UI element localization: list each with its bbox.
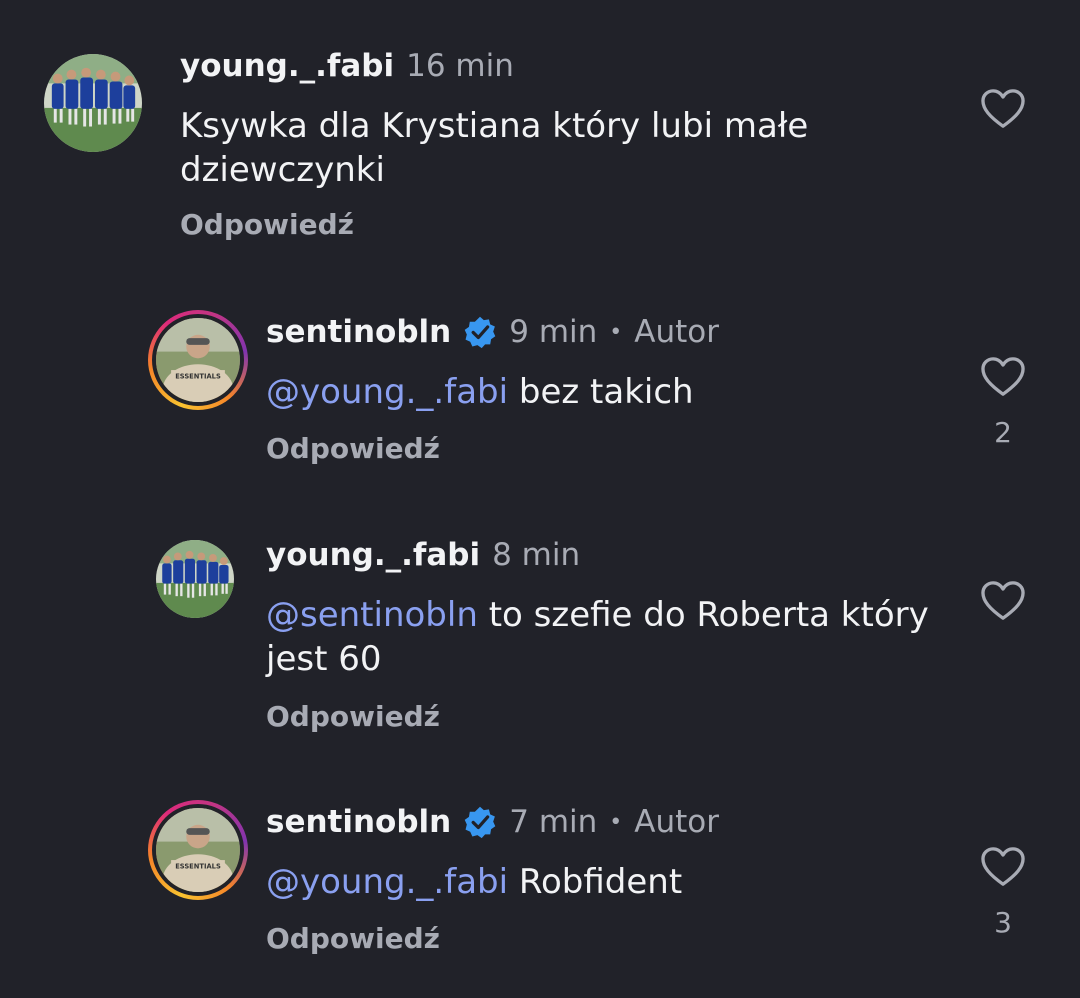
- svg-text:ESSENTIALS: ESSENTIALS: [175, 862, 221, 870]
- verified-badge-icon: [463, 805, 497, 839]
- comment-meta: young._.fabi 8 min: [266, 537, 580, 573]
- avatar: ESSENTIALS: [152, 314, 244, 406]
- heart-outline-icon: [981, 89, 1025, 128]
- comment-thread: young._.fabi 16 min Ksywka dla Krystiana…: [0, 0, 1080, 998]
- profile-photo-avatar-image: ESSENTIALS: [156, 808, 240, 892]
- author-label: Autor: [634, 314, 720, 350]
- username[interactable]: young._.fabi: [266, 537, 480, 573]
- comment-text: Ksywka dla Krystiana który lubi małe dzi…: [180, 104, 880, 192]
- comment-body: Robfident: [508, 862, 683, 902]
- comment-text: @young._.fabi bez takich: [266, 370, 966, 414]
- separator-dot: •: [609, 319, 623, 345]
- comment-meta: sentinobln 7 min • Autor: [266, 804, 719, 840]
- like-button[interactable]: [980, 356, 1026, 398]
- like-button[interactable]: [980, 88, 1026, 130]
- like-button[interactable]: [980, 580, 1026, 622]
- like-button[interactable]: [980, 846, 1026, 888]
- timestamp: 16 min: [406, 48, 514, 84]
- comment-body: bez takich: [508, 372, 694, 412]
- reply-button[interactable]: Odpowiedź: [266, 700, 440, 733]
- author-label: Autor: [634, 804, 720, 840]
- separator-dot: •: [609, 809, 623, 835]
- team-photo-avatar-image: [44, 54, 142, 152]
- like-count: 2: [994, 416, 1012, 449]
- avatar-story-ring[interactable]: ESSENTIALS: [148, 310, 248, 410]
- avatar: ESSENTIALS: [152, 804, 244, 896]
- comment-text: @young._.fabi Robfident: [266, 860, 966, 904]
- mention-link[interactable]: @sentinobln: [266, 595, 478, 635]
- comment-meta: sentinobln 9 min • Autor: [266, 314, 719, 350]
- username[interactable]: sentinobln: [266, 314, 451, 350]
- avatar[interactable]: [44, 54, 142, 152]
- timestamp: 7 min: [509, 804, 598, 840]
- team-photo-avatar-image: [156, 540, 234, 618]
- comment-text: @sentinobln to szefie do Roberta który j…: [266, 593, 966, 681]
- profile-photo-avatar-image: ESSENTIALS: [156, 318, 240, 402]
- heart-outline-icon: [981, 847, 1025, 886]
- verified-badge-icon: [463, 315, 497, 349]
- timestamp: 9 min: [509, 314, 598, 350]
- reply-button[interactable]: Odpowiedź: [180, 208, 354, 241]
- like-count: 3: [994, 906, 1012, 939]
- heart-outline-icon: [981, 357, 1025, 396]
- username[interactable]: sentinobln: [266, 804, 451, 840]
- avatar[interactable]: [156, 540, 234, 618]
- reply-button[interactable]: Odpowiedź: [266, 922, 440, 955]
- reply-button[interactable]: Odpowiedź: [266, 432, 440, 465]
- timestamp: 8 min: [492, 537, 581, 573]
- avatar-story-ring[interactable]: ESSENTIALS: [148, 800, 248, 900]
- comment-meta: young._.fabi 16 min: [180, 48, 514, 84]
- comment-body: Ksywka dla Krystiana który lubi małe dzi…: [180, 106, 809, 190]
- svg-text:ESSENTIALS: ESSENTIALS: [175, 372, 221, 380]
- mention-link[interactable]: @young._.fabi: [266, 862, 508, 902]
- mention-link[interactable]: @young._.fabi: [266, 372, 508, 412]
- username[interactable]: young._.fabi: [180, 48, 394, 84]
- heart-outline-icon: [981, 581, 1025, 620]
